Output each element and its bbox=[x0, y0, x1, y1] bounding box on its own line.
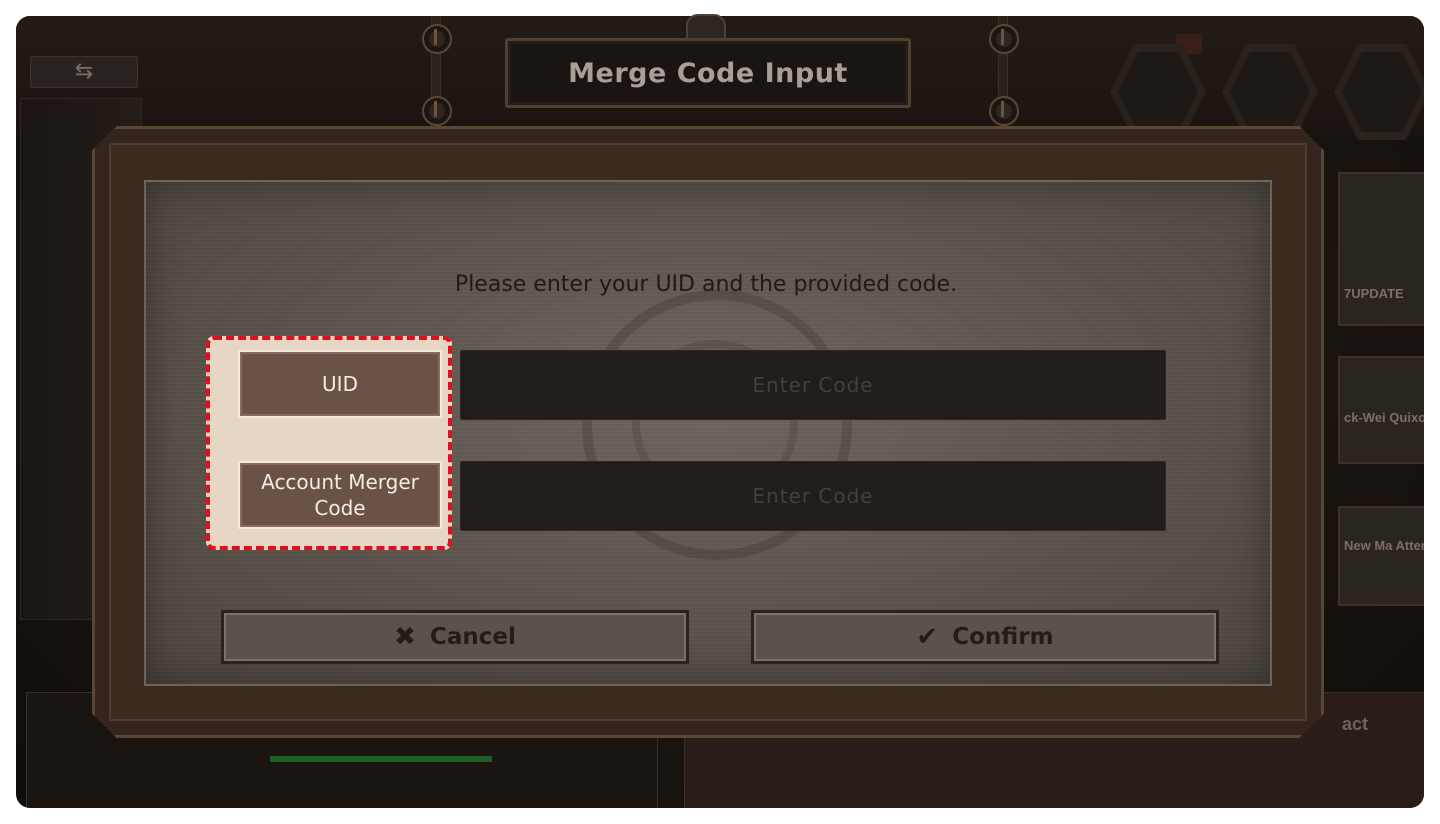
bolt-icon bbox=[989, 24, 1019, 54]
merger-code-label: Account Merger Code bbox=[238, 461, 442, 529]
banner-attendance[interactable]: New Ma Attenda Check bbox=[1338, 506, 1424, 606]
progress-bar bbox=[270, 756, 492, 762]
bolt-icon bbox=[422, 24, 452, 54]
bolt-icon bbox=[422, 96, 452, 126]
dialog-title: Merge Code Input bbox=[568, 57, 848, 89]
banner-label: New Ma Attenda Check bbox=[1344, 538, 1424, 553]
checkmark-icon: ✔ bbox=[916, 622, 939, 652]
bolt-icon bbox=[989, 96, 1019, 126]
banner-label: ck-Wei Quixote bbox=[1344, 410, 1424, 425]
banner-event[interactable]: ck-Wei Quixote bbox=[1338, 356, 1424, 464]
uid-label: UID bbox=[238, 350, 442, 418]
title-plate: Merge Code Input bbox=[505, 38, 911, 108]
merger-code-input[interactable] bbox=[460, 461, 1166, 531]
banner-label: 7UPDATE bbox=[1344, 286, 1404, 301]
confirm-label: Confirm bbox=[952, 624, 1054, 650]
swap-arrows-icon: ⇆ bbox=[74, 59, 94, 84]
close-icon: ✖ bbox=[394, 622, 416, 652]
back-button[interactable]: ⇆ bbox=[30, 56, 138, 88]
confirm-button[interactable]: ✔ Confirm bbox=[751, 610, 1219, 664]
cancel-label: Cancel bbox=[429, 624, 516, 650]
cancel-button[interactable]: ✖ Cancel bbox=[221, 610, 689, 664]
uid-input[interactable] bbox=[460, 350, 1166, 420]
banner-update[interactable]: 7UPDATE bbox=[1338, 172, 1424, 326]
instruction-text: Please enter your UID and the provided c… bbox=[454, 272, 958, 297]
bottom-right-label: act bbox=[1342, 714, 1369, 734]
